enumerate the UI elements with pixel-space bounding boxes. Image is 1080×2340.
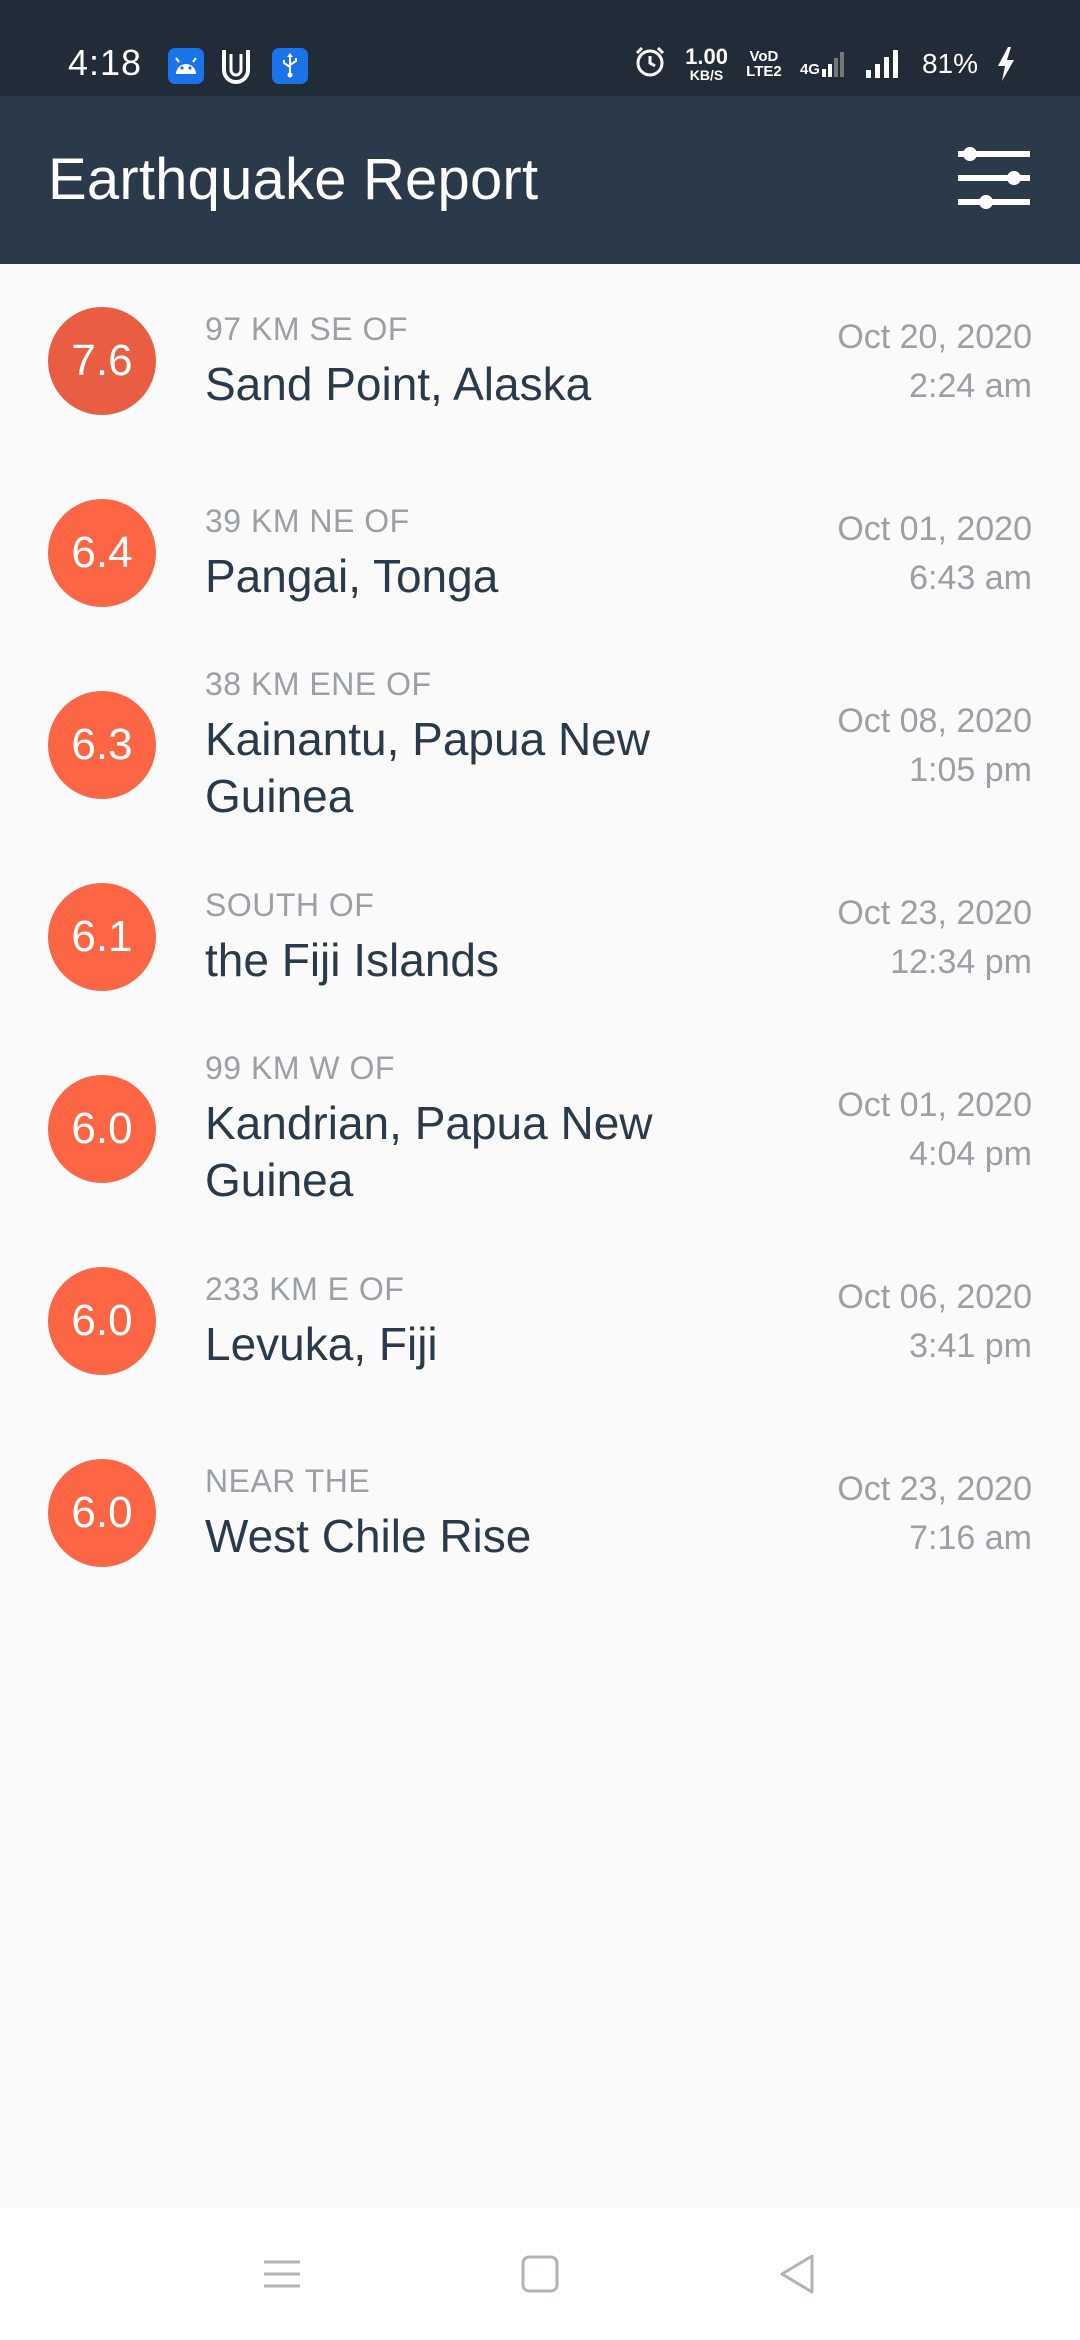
date: Oct 23, 2020: [837, 894, 1032, 932]
battery-percent: 81%: [921, 48, 978, 79]
primary-location: Pangai, Tonga: [205, 550, 499, 602]
android-icon: [168, 48, 204, 84]
time: 1:05 pm: [909, 751, 1032, 789]
navigation-bar: [0, 2208, 1080, 2340]
sim2-signal-icon: [821, 52, 844, 77]
location-offset: 97 KM SE OF: [205, 311, 408, 347]
date: Oct 06, 2020: [837, 1278, 1032, 1316]
earthquake-row[interactable]: 6.4 39 KM NE OF Pangai, Tonga Oct 01, 20…: [0, 456, 1080, 648]
time: 3:41 pm: [909, 1327, 1032, 1365]
app-bar: Earthquake Report: [0, 96, 1080, 264]
primary-location: West Chile Rise: [205, 1510, 532, 1562]
u-app-icon: [218, 48, 254, 84]
location-offset: 99 KM W OF: [205, 1050, 395, 1086]
earthquake-row[interactable]: 6.0 233 KM E OF Levuka, Fiji Oct 06, 202…: [0, 1224, 1080, 1416]
menu-icon: [264, 2260, 300, 2288]
primary-location: Sand Point, Alaska: [205, 358, 592, 410]
time: 12:34 pm: [890, 943, 1032, 981]
date: Oct 01, 2020: [837, 1086, 1032, 1124]
net-speed: 1.00 KB/S: [685, 44, 728, 83]
status-time: 4:18: [68, 42, 143, 83]
home-button[interactable]: [510, 2244, 570, 2304]
status-indicators: 1.00 KB/S VoD LTE2 4G 81%: [633, 44, 1016, 84]
app-title: Earthquake Report: [48, 147, 539, 212]
magnitude-circle: 6.4: [48, 499, 156, 607]
earthquake-row[interactable]: 6.0 NEAR THE West Chile Rise Oct 23, 202…: [0, 1416, 1080, 1608]
back-button[interactable]: [768, 2244, 828, 2304]
date: Oct 23, 2020: [837, 1470, 1032, 1508]
net-speed-unit: KB/S: [689, 67, 724, 83]
magnitude-circle: 6.0: [48, 1075, 156, 1183]
primary-location: the Fiji Islands: [205, 934, 500, 986]
home-icon: [521, 2255, 559, 2293]
date: Oct 20, 2020: [837, 318, 1032, 356]
filter-sliders-icon: [958, 147, 1030, 209]
back-icon: [780, 2254, 814, 2294]
date: Oct 01, 2020: [837, 510, 1032, 548]
earthquake-row[interactable]: 6.1 SOUTH OF the Fiji Islands Oct 23, 20…: [0, 840, 1080, 1032]
earthquake-row[interactable]: 6.0 99 KM W OF Kandrian, Papua New Guine…: [0, 1032, 1080, 1224]
time: 2:24 am: [909, 367, 1032, 405]
location-offset: NEAR THE: [205, 1463, 371, 1499]
usb-icon: [272, 48, 308, 84]
alarm-icon: [633, 45, 667, 84]
magnitude-circle: 6.3: [48, 691, 156, 799]
filter-button[interactable]: [956, 144, 1032, 212]
primary-location: Kandrian, Papua New Guinea: [205, 1097, 653, 1206]
net-speed-value: 1.00: [685, 44, 728, 69]
status-bar: 4:18 1.00 KB/S VoD LTE2 4G 81%: [0, 0, 1080, 96]
time: 7:16 am: [909, 1519, 1032, 1557]
primary-location: Levuka, Fiji: [205, 1318, 438, 1370]
signal-icon: [865, 50, 898, 78]
earthquake-row[interactable]: 6.3 38 KM ENE OF Kainantu, Papua New Gui…: [0, 648, 1080, 840]
magnitude-circle: 6.0: [48, 1459, 156, 1567]
charging-icon: [998, 47, 1014, 81]
time: 6:43 am: [909, 559, 1032, 597]
volte-label: VoD LTE2: [746, 48, 782, 80]
menu-button[interactable]: [252, 2244, 312, 2304]
magnitude-circle: 6.0: [48, 1267, 156, 1375]
network-type: 4G: [799, 61, 820, 78]
magnitude-circle: 6.1: [48, 883, 156, 991]
time: 4:04 pm: [909, 1135, 1032, 1173]
location-offset: 39 KM NE OF: [205, 503, 410, 539]
location-offset: 38 KM ENE OF: [205, 666, 432, 702]
network-signal: 4G: [800, 51, 846, 77]
location-offset: 233 KM E OF: [205, 1271, 405, 1307]
date: Oct 08, 2020: [837, 702, 1032, 740]
magnitude-circle: 7.6: [48, 307, 156, 415]
primary-location: Kainantu, Papua New Guinea: [205, 713, 650, 822]
location-offset: SOUTH OF: [205, 887, 375, 923]
earthquake-row[interactable]: 7.6 97 KM SE OF Sand Point, Alaska Oct 2…: [0, 264, 1080, 456]
